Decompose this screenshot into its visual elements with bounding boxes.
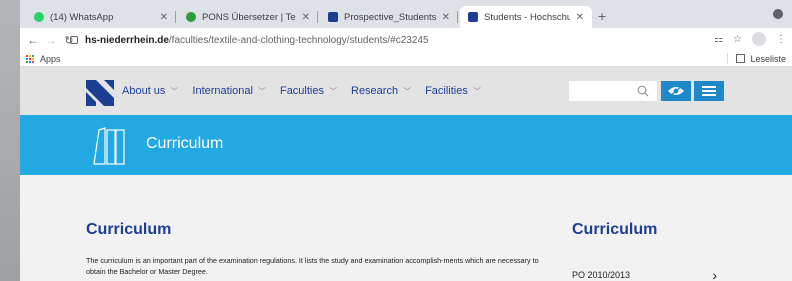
reading-list-label: Leseliste [750,53,786,64]
tab-prospective-students[interactable]: Prospective_Students - Hochs ✕ [320,6,458,28]
hamburger-menu-button[interactable] [694,81,724,101]
close-icon[interactable]: ✕ [160,12,168,23]
whatsapp-icon [34,12,44,22]
bookmark-star-icon[interactable]: ☆ [733,34,742,45]
chevron-down-icon: ﹀ [403,86,412,96]
apps-bookmark[interactable]: Apps [40,54,61,64]
browser-window: (14) WhatsApp ✕ PONS Übersetzer | Textüb… [20,0,792,281]
hsnr-icon [328,12,338,22]
sidebar-link-label: PO 2010/2013 [572,270,631,280]
menu-bar [702,90,716,92]
nav-label: Research [351,85,399,97]
nav-label: About us [122,85,166,97]
nav-label: Facilities [425,85,468,97]
nav-item-research[interactable]: Research ﹀ [351,85,411,97]
bookmarks-bar: Apps Leseliste [20,52,792,67]
chevron-down-icon: ﹀ [257,86,266,96]
url-path: /faculties/textile-and-clothing-technolo… [168,34,429,46]
accessibility-button[interactable] [661,81,691,101]
menu-bar [702,94,716,96]
section-heading: Curriculum [86,221,172,238]
sidebar-heading: Curriculum [572,221,658,238]
reading-list-button[interactable]: Leseliste [727,53,786,64]
new-tab-button[interactable]: + [598,8,606,24]
banner-title: Curriculum [146,135,224,152]
tab-students[interactable]: Students - Hochschule Nieder ✕ [460,6,592,28]
url-host: hs-niederrhein.de [85,34,169,46]
tab-title: (14) WhatsApp [50,11,114,23]
section-text: The curriculum is an important part of t… [86,256,539,276]
toolbar-actions: ⚏ ☆ ⋮ [714,32,786,46]
desktop-left-strip [0,0,20,281]
back-icon[interactable]: ← [24,33,42,47]
profile-avatar[interactable] [752,32,766,46]
chevron-down-icon: ﹀ [170,86,179,96]
menu-bar [702,86,716,88]
lock-icon [70,36,78,44]
tab-title: Prospective_Students - Hochs [344,11,436,23]
page-banner: Curriculum [20,115,792,175]
eye-icon [668,85,684,97]
browser-toolbar: ← → ↻ hs-niederrhein.de /faculties/texti… [20,28,792,52]
pons-icon [186,12,196,22]
books-icon [93,127,125,165]
hsnr-icon [468,12,478,22]
sidebar-link-po-2010-2013[interactable]: PO 2010/2013 › [572,267,717,281]
reading-list-icon [736,54,746,63]
main-navigation: About us ﹀ International ﹀ Faculties ﹀ R… [122,85,481,97]
nav-item-facilities[interactable]: Facilities ﹀ [425,85,481,97]
apps-icon[interactable] [26,54,35,64]
nav-label: International [192,85,253,97]
tab-whatsapp[interactable]: (14) WhatsApp ✕ [26,6,176,28]
more-menu-icon[interactable]: ⋮ [776,34,786,45]
nav-item-faculties[interactable]: Faculties ﹀ [280,85,337,97]
chevron-down-icon: ﹀ [472,86,481,96]
site-header: About us ﹀ International ﹀ Faculties ﹀ R… [20,67,792,115]
divider [727,53,729,64]
tab-pons[interactable]: PONS Übersetzer | Textüberse ✕ [178,6,318,28]
tab-title: Students - Hochschule Nieder [484,11,570,23]
tab-strip: (14) WhatsApp ✕ PONS Übersetzer | Textüb… [20,0,792,28]
chevron-down-icon: ﹀ [329,86,337,96]
nav-item-international[interactable]: International ﹀ [192,85,266,97]
search-icon[interactable] [637,85,649,97]
site-search-input[interactable] [569,81,657,101]
tab-search-icon[interactable] [773,9,783,19]
forward-icon[interactable]: → [42,33,60,47]
nav-item-about-us[interactable]: About us ﹀ [122,85,178,97]
close-icon[interactable]: ✕ [302,12,310,23]
main-content: Curriculum The curriculum is an importan… [20,175,792,281]
tab-title: PONS Übersetzer | Textüberse [202,11,296,23]
address-bar[interactable]: hs-niederrhein.de /faculties/textile-and… [64,31,704,49]
close-icon[interactable]: ✕ [442,12,450,23]
chevron-right-icon: › [712,267,717,281]
close-icon[interactable]: ✕ [576,12,584,23]
translate-icon[interactable]: ⚏ [714,34,723,45]
hsnr-logo-icon[interactable] [86,80,114,106]
nav-label: Faculties [279,85,324,97]
